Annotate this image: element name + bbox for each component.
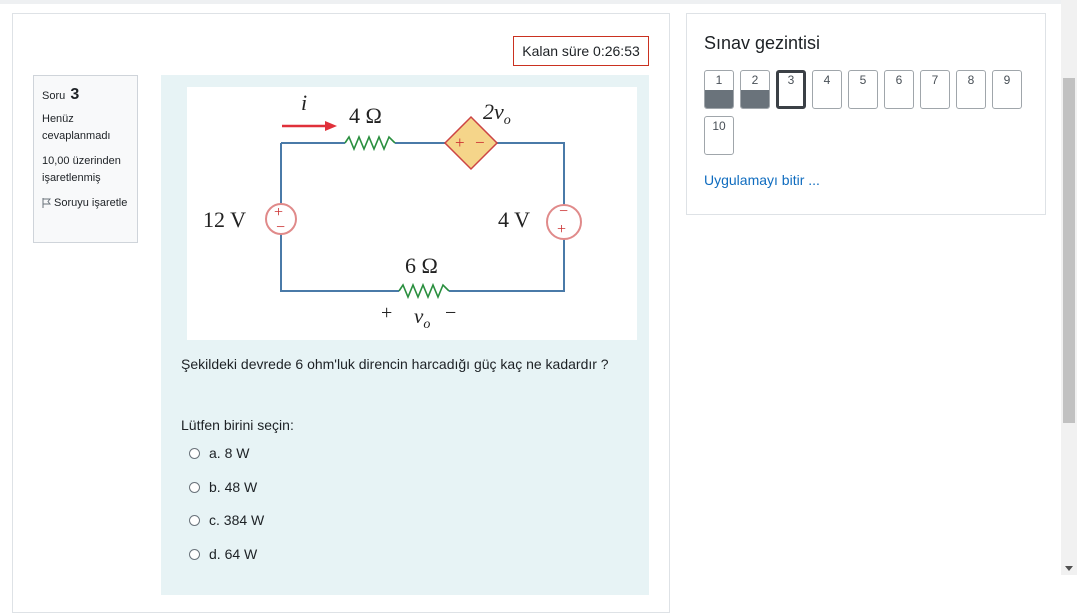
question-grade: 10,00 üzerinden işaretlenmiş xyxy=(42,155,121,184)
nav-question-1[interactable]: 1 xyxy=(704,70,734,109)
svg-text:−: − xyxy=(276,219,285,236)
flag-question-label: Soruyu işaretle xyxy=(54,197,128,209)
radio-d[interactable] xyxy=(189,548,200,560)
source-4v-label: 4 V xyxy=(498,207,530,232)
resistor-6-ohm xyxy=(398,282,450,300)
answer-option-b[interactable]: b. 48 W xyxy=(189,479,257,495)
current-arrow xyxy=(282,121,337,131)
nav-question-5[interactable]: 5 xyxy=(848,70,878,109)
question-content: i 4 Ω + − 2vo + − 12 V − + 4 V 6 Ω + vo … xyxy=(161,75,649,595)
current-label: i xyxy=(301,90,307,115)
flag-question-link[interactable]: Soruyu işaretle xyxy=(42,195,131,212)
flag-icon xyxy=(42,198,51,208)
vo-label: vo xyxy=(414,304,430,332)
answer-option-a[interactable]: a. 8 W xyxy=(189,445,249,461)
quiz-navigation: Sınav gezintisi 1 2 3 4 5 6 7 8 9 10 Uyg… xyxy=(686,13,1046,215)
answer-prompt: Lütfen birini seçin: xyxy=(181,417,294,433)
answer-label-c: c. 384 W xyxy=(209,512,265,528)
dependent-source: + − xyxy=(443,115,499,171)
dependent-source-label: 2vo xyxy=(483,99,511,128)
circuit-figure: i 4 Ω + − 2vo + − 12 V − + 4 V 6 Ω + vo … xyxy=(187,87,637,340)
nav-question-4[interactable]: 4 xyxy=(812,70,842,109)
answer-label-a: a. 8 W xyxy=(209,445,250,461)
voltage-source-12v: + − xyxy=(265,203,297,236)
quiz-timer: Kalan süre 0:26:53 xyxy=(513,36,649,66)
answer-label-d: d. 64 W xyxy=(209,546,258,562)
source-12v-label: 12 V xyxy=(203,207,246,232)
vo-minus: − xyxy=(445,302,456,324)
top-divider xyxy=(0,0,1077,4)
radio-b[interactable] xyxy=(189,481,200,493)
voltage-source-4v: − + xyxy=(546,203,582,240)
question-text: Şekildeki devrede 6 ohm'luk direncin har… xyxy=(181,356,609,372)
timer-label: Kalan süre 0:26:53 xyxy=(522,43,640,59)
radio-c[interactable] xyxy=(189,514,200,526)
circuit-diagram: i 4 Ω + − 2vo + − 12 V − + 4 V 6 Ω + vo … xyxy=(203,90,582,332)
answer-option-d[interactable]: d. 64 W xyxy=(189,546,257,562)
dep-minus: − xyxy=(475,133,485,152)
nav-question-10[interactable]: 10 xyxy=(704,116,734,155)
svg-text:−: − xyxy=(559,203,568,220)
scrollbar-thumb[interactable] xyxy=(1063,78,1075,423)
nav-question-8[interactable]: 8 xyxy=(956,70,986,109)
question-number: Soru 3 xyxy=(42,86,131,105)
question-state: Henüz cevaplanmadı xyxy=(42,113,111,142)
answer-label-b: b. 48 W xyxy=(209,479,258,495)
question-info: Soru 3 Henüz cevaplanmadı 10,00 üzerinde… xyxy=(33,75,138,243)
scroll-down-arrow-icon[interactable] xyxy=(1065,566,1073,571)
page-scrollbar[interactable] xyxy=(1061,0,1077,575)
nav-question-2[interactable]: 2 xyxy=(740,70,770,109)
svg-text:+: + xyxy=(557,221,566,238)
vo-plus: + xyxy=(381,302,392,324)
nav-question-9[interactable]: 9 xyxy=(992,70,1022,109)
finish-attempt-link[interactable]: Uygulamayı bitir ... xyxy=(704,172,820,188)
question-number-label: Soru xyxy=(42,90,66,102)
question-number-value: 3 xyxy=(70,86,80,103)
resistor-6-ohm-label: 6 Ω xyxy=(405,253,438,278)
dep-plus: + xyxy=(455,133,465,152)
nav-question-6[interactable]: 6 xyxy=(884,70,914,109)
radio-a[interactable] xyxy=(189,447,200,459)
quiz-navigation-title: Sınav gezintisi xyxy=(704,33,821,53)
resistor-4-ohm xyxy=(344,134,396,152)
nav-question-7[interactable]: 7 xyxy=(920,70,950,109)
resistor-4-ohm-label: 4 Ω xyxy=(349,103,382,128)
nav-question-3[interactable]: 3 xyxy=(776,70,806,109)
answer-option-c[interactable]: c. 384 W xyxy=(189,512,264,528)
